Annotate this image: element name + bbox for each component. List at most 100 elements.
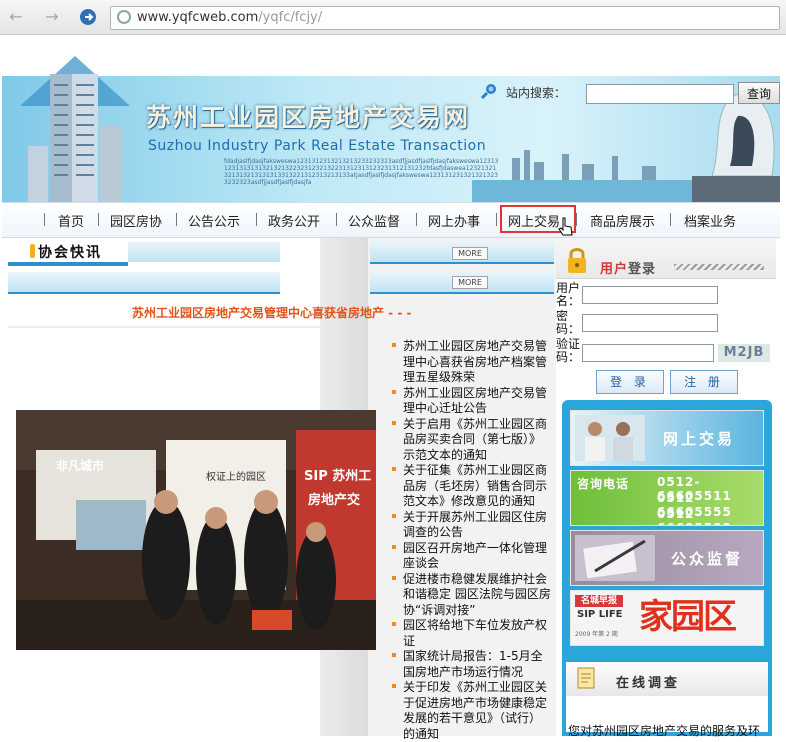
association-news-title: 协会快讯 [38,245,102,261]
hotline-label: 咨询电话 [577,477,630,491]
nav-separator [44,213,45,226]
news-link[interactable]: 园区将给地下车位发放产权证 [403,618,547,648]
login-title: 用户登录 [600,258,656,277]
more-link-1[interactable]: MORE [452,247,488,260]
login-title-suffix: 登录 [628,262,657,277]
magazine-banner[interactable]: 名城早报 SIP LIFE 2009 年第 2 期 家园区 [570,590,764,646]
nav-separator [256,213,257,226]
list-item[interactable]: 园区召开房地产一体化管理座谈会 [392,541,552,572]
bullet-icon [392,467,396,471]
public-supervision-label: 公众监督 [671,550,744,568]
nav-item-online-services[interactable]: 网上办事 [428,211,480,230]
news-link[interactable]: 促进楼市稳健发展维护社会和谐稳定 园区法院与园区房协“诉调对接” [403,572,551,617]
bullet-icon [392,389,396,394]
more-link-2[interactable]: MORE [452,276,488,289]
bullet-icon [392,513,396,518]
list-item[interactable]: 园区将给地下车位发放产权证 [392,618,552,649]
search-label: 站内搜索： [506,86,567,100]
padlock-icon [568,248,586,273]
bullet-icon [392,544,396,549]
back-arrow-icon[interactable]: ← [6,7,26,27]
list-item[interactable]: 国家统计局报告：1-5月全国房地产市场运行情况 [392,649,552,680]
login-header: 用户登录 [556,238,776,279]
city-skyline-image [472,150,702,202]
bullet-icon [392,575,396,580]
captcha-input[interactable] [582,344,714,362]
username-label: 用户名： [556,281,581,308]
password-input[interactable] [582,314,718,332]
bullet-icon [392,684,396,688]
nav-item-government-affairs[interactable]: 政务公开 [268,211,320,230]
news-link[interactable]: 园区召开房地产一体化管理座谈会 [403,541,547,571]
news-list: 苏州工业园区房地产交易管理中心喜获省房地产档案管理五星级殊荣 苏州工业园区房地产… [392,339,552,742]
nav-item-public-supervision[interactable]: 公众监督 [348,211,400,230]
page-options-icon[interactable] [78,7,98,27]
public-supervision-banner[interactable]: 公众监督 [570,530,764,586]
captcha-label: 验证码： [556,337,581,364]
association-title-underline [8,262,128,266]
address-host: www.yqfcweb.com [137,10,259,25]
news-photo: 非凡城市 权证上的园区 SIP 苏州工 房地产交 [16,410,376,650]
nav-separator [670,213,671,226]
nav-item-housing-showcase[interactable]: 商品房展示 [590,211,655,230]
online-trading-label: 网上交易 [663,430,736,448]
online-trading-banner[interactable]: 网上交易 [570,410,764,466]
survey-title: 在线调查 [616,676,681,691]
nav-item-announcements[interactable]: 公告公示 [188,211,240,230]
news-link[interactable]: 关于启用《苏州工业园区商品房买卖合同（第七版）》示范文本的通知 [403,417,547,462]
nav-separator [576,213,577,226]
main-navigation: 首页 园区房协 公告公示 政务公开 公众监督 网上办事 网上交易 商品房展示 档… [2,202,780,238]
column-header-underline-2 [370,292,554,294]
nav-item-archives[interactable]: 档案业务 [684,211,736,230]
photo-sign-1: 非凡城市 [56,458,104,473]
news-link[interactable]: 关于开展苏州工业园区住房调查的公告 [403,510,547,540]
list-item[interactable]: 关于开展苏州工业园区住房调查的公告 [392,510,552,541]
browser-toolbar: ← → www.yqfcweb.com/yqfc/fcjy/ [0,0,786,35]
forward-arrow-icon[interactable]: → [42,7,62,27]
news-link[interactable]: 苏州工业园区房地产交易管理中心喜获省房地产档案管理五星级殊荣 [403,339,547,384]
nav-item-association[interactable]: 园区房协 [110,211,162,230]
business-people-image [575,415,645,461]
address-bar[interactable]: www.yqfcweb.com/yqfc/fcjy/ [110,6,780,30]
pen-writing-image [575,535,655,581]
office-tower-image [20,56,130,202]
list-item[interactable]: 苏州工业园区房地产交易管理中心迁址公告 [392,386,552,417]
login-button[interactable]: 登 录 [596,370,664,394]
survey-document-icon [577,667,595,689]
site-title-english: Suzhou Industry Park Real Estate Transac… [148,138,487,154]
header-ticker-text: fdadjaslfjdasjfaksweswa12313123132132132… [224,158,499,186]
association-header-strip [128,242,280,262]
list-item[interactable]: 关于启用《苏州工业园区商品房买卖合同（第七版）》示范文本的通知 [392,417,552,464]
nav-separator [176,213,177,226]
hotline-banner: 咨询电话 0512-66605511 0512-66605555 0512-66… [570,470,764,526]
news-link[interactable]: 苏州工业园区房地产交易管理中心迁址公告 [403,386,547,416]
news-link[interactable]: 国家统计局报告：1-5月全国房地产市场运行情况 [403,649,543,679]
search-button[interactable]: 查询 [738,82,780,104]
captcha-image[interactable]: M2JB [718,344,770,362]
list-item[interactable]: 苏州工业园区房地产交易管理中心喜获省房地产档案管理五星级殊荣 [392,339,552,386]
login-title-prefix: 用户 [600,262,629,277]
login-header-decoration [674,264,764,270]
news-header-strip [8,272,280,292]
globe-icon [117,10,131,24]
magazine-badge: 名城早报 [575,595,623,607]
site-search-input[interactable] [586,84,734,104]
nav-item-home[interactable]: 首页 [58,211,84,230]
list-item[interactable]: 关于印发《苏州工业园区关于促进房地产市场健康稳定发展的若干意见》（试行）的通知 [392,680,552,742]
news-link[interactable]: 关于印发《苏州工业园区关于促进房地产市场健康稳定发展的若干意见》（试行）的通知 [403,680,547,741]
survey-question: 您对苏州园区房地产交易的服务及环 [568,724,761,738]
login-panel: 用户登录 用户名： 密 码： 验证码： M2JB 登 录 注 册 [556,238,780,396]
featured-news-headline[interactable]: 苏州工业园区房地产交易管理中心喜获省房地产 - - - [132,304,411,321]
register-button[interactable]: 注 册 [670,370,738,394]
bullet-icon [392,420,396,425]
column-header-underline-1 [370,262,554,264]
photo-sign-4: 房地产交 [308,492,360,508]
service-banner-panel: 网上交易 咨询电话 0512-66605511 0512-66605555 05… [562,400,772,738]
list-item[interactable]: 关于征集《苏州工业园区商品房（毛坯房）销售合同示范文本》修改意见的通知 [392,463,552,510]
hand-cursor-icon [558,217,573,236]
news-link[interactable]: 关于征集《苏州工业园区商品房（毛坯房）销售合同示范文本》修改意见的通知 [403,463,547,508]
list-item[interactable]: 促进楼市稳健发展维护社会和谐稳定 园区法院与园区房协“诉调对接” [392,572,552,619]
photo-sign-2: 权证上的园区 [206,470,266,483]
username-input[interactable] [582,286,718,304]
address-text: www.yqfcweb.com/yqfc/fcjy/ [137,10,322,25]
